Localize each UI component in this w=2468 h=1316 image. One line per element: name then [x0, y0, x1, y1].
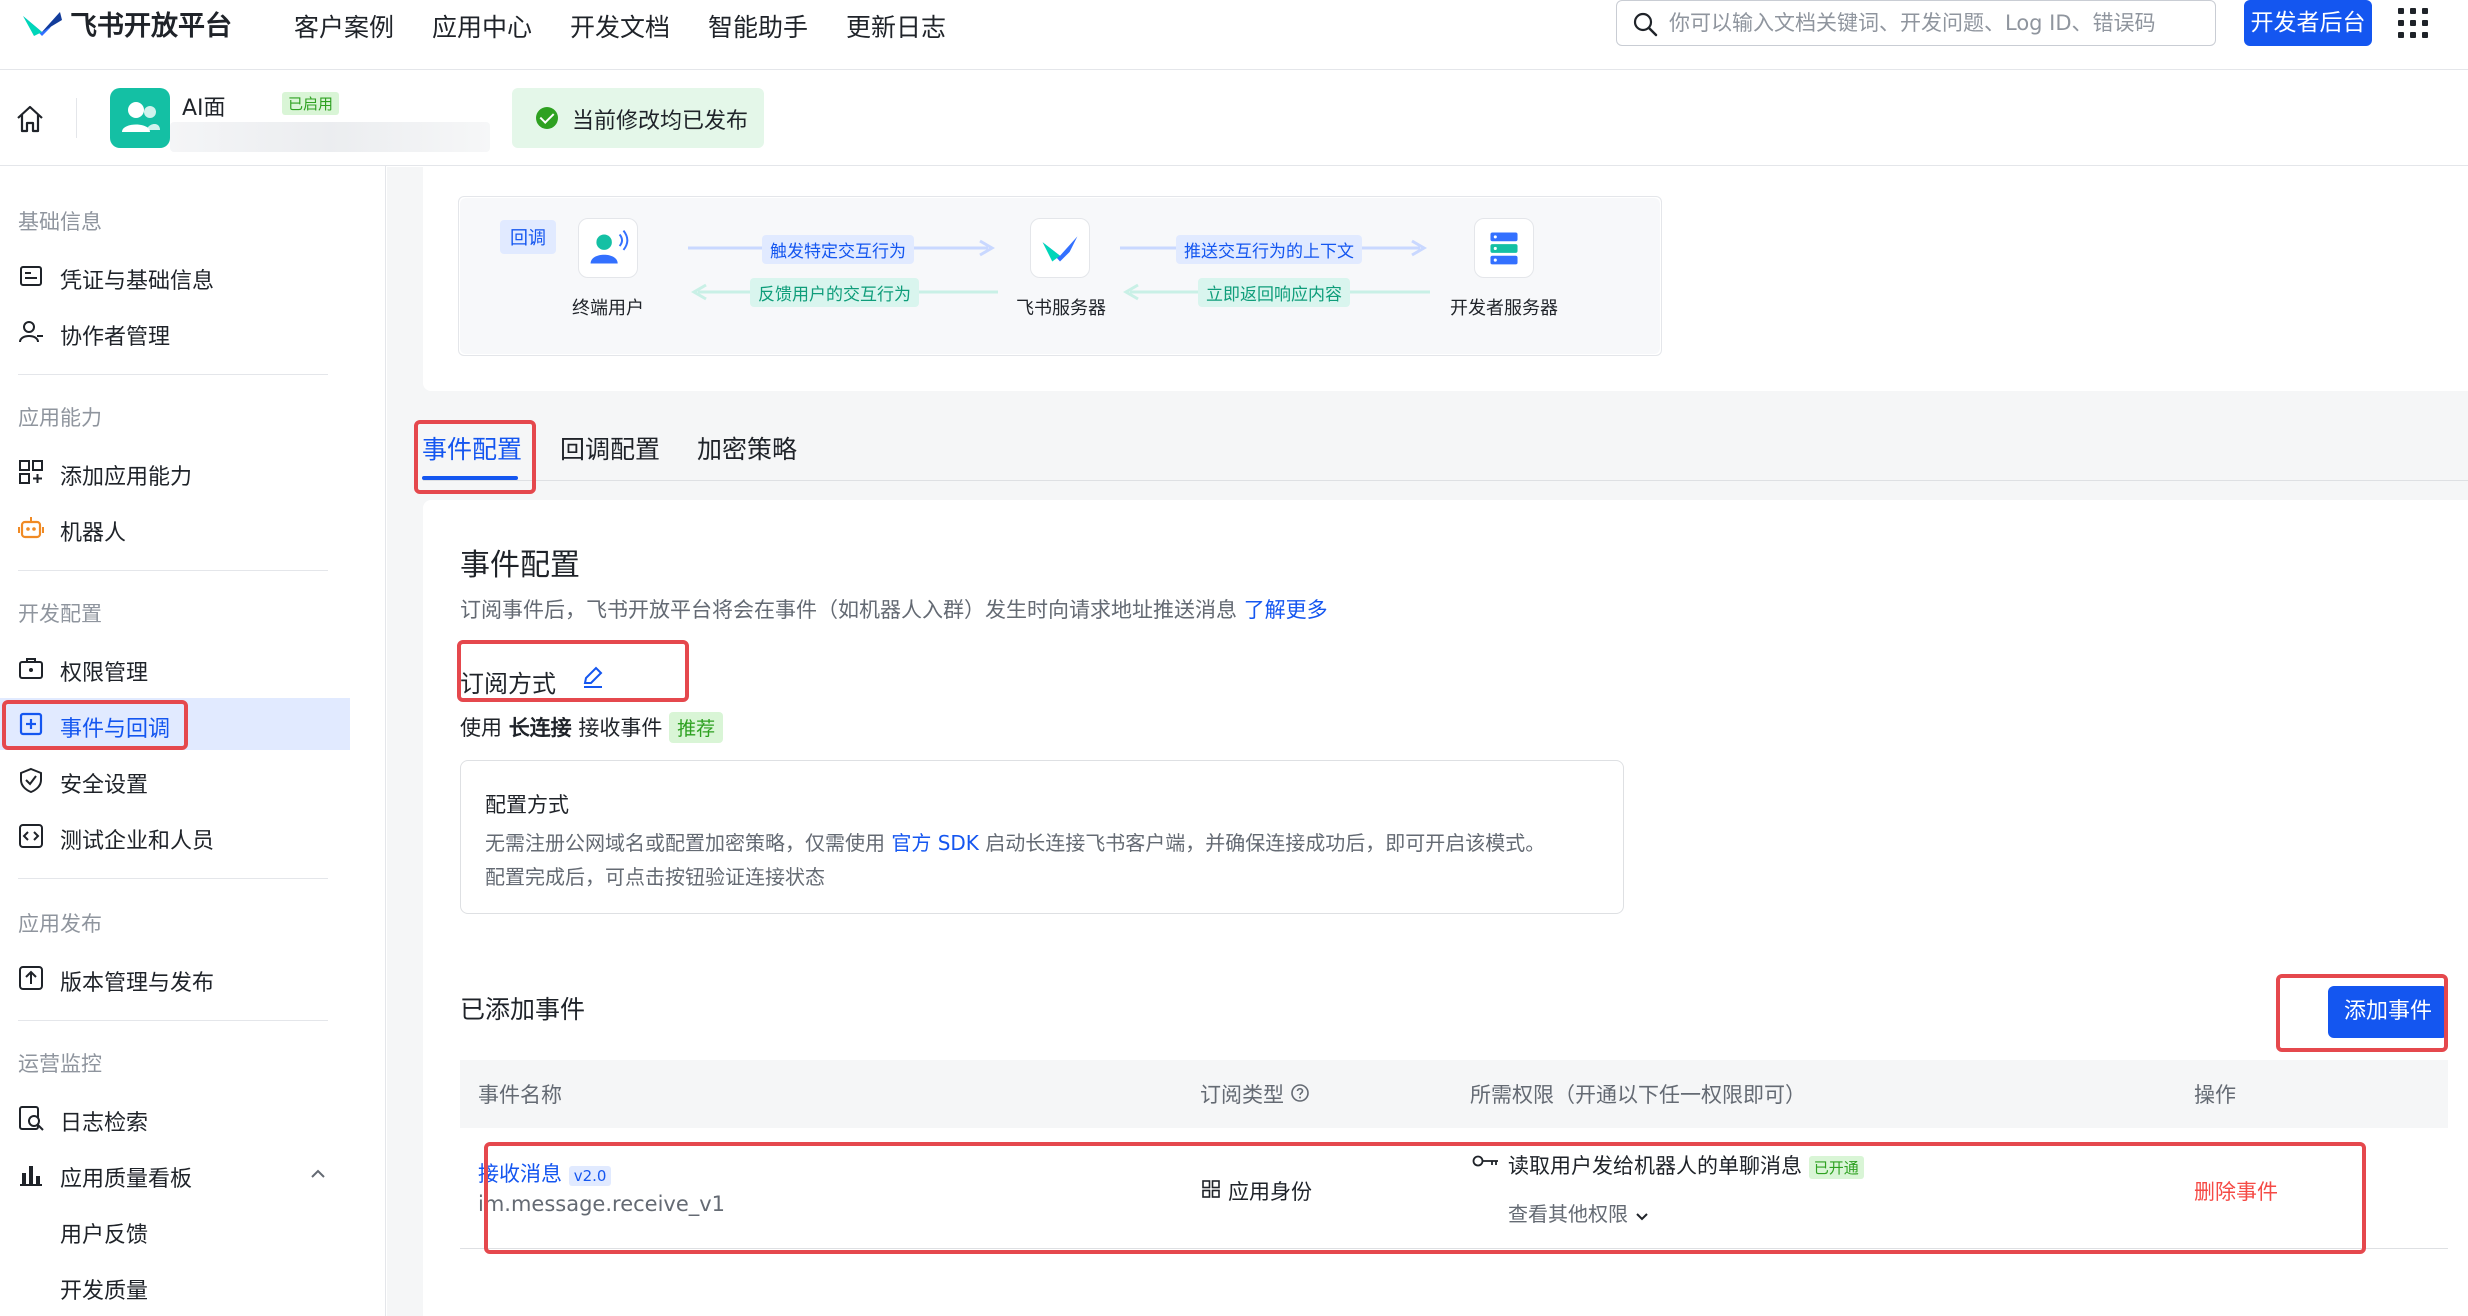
highlight-box-tab: [414, 420, 536, 494]
sidebar-item-versions[interactable]: 版本管理与发布: [0, 952, 350, 1004]
config-method-desc-line2: 配置完成后，可点击按钮验证连接状态: [485, 865, 825, 889]
sidebar-item-label: 版本管理与发布: [60, 971, 215, 996]
config-desc-b: 启动长连接飞书客户端，并确保连接成功后，即可开启该模式。: [985, 831, 1546, 855]
learn-more-link[interactable]: 了解更多: [1244, 598, 1328, 622]
sidebar-group-release: 应用发布: [18, 912, 102, 936]
id-card-icon: [20, 266, 42, 286]
shield-check-icon: [20, 767, 42, 793]
sidebar-item-label: 安全设置: [60, 773, 149, 798]
search-icon: [1633, 12, 1658, 37]
highlight-box-sidebar: [2, 700, 188, 750]
sidebar-subitem-feedback[interactable]: 用户反馈: [60, 1217, 148, 1249]
code-box-icon: [19, 824, 43, 848]
section-title: 事件配置: [460, 548, 580, 583]
sidebar-divider: [18, 570, 328, 571]
column-header-permissions: 所需权限（开通以下任一权限即可）: [1470, 1083, 1806, 1107]
tab-callback-config[interactable]: 回调配置: [560, 430, 660, 466]
events-table-header: [460, 1060, 2448, 1128]
highlight-box-subscribe: [457, 640, 689, 702]
sidebar-item-permissions[interactable]: 权限管理: [0, 642, 350, 694]
chevron-up-icon[interactable]: [308, 1164, 328, 1184]
sidebar-group-capability: 应用能力: [18, 406, 102, 430]
log-search-icon: [19, 1106, 44, 1131]
config-method-desc-line1: 无需注册公网域名或配置加密策略，仅需使用 官方 SDK 启动长连接飞书客户端，并…: [485, 827, 1545, 856]
sidebar-item-credentials[interactable]: 凭证与基础信息: [0, 250, 350, 302]
app-description-redacted: [170, 122, 490, 152]
column-header-actions: 操作: [2194, 1083, 2236, 1107]
app-name: AI面: [182, 96, 226, 121]
tabs-baseline: [423, 480, 2468, 481]
use-prefix: 使用: [460, 716, 502, 740]
nav-link-cases[interactable]: 客户案例: [294, 8, 394, 44]
tab-encryption[interactable]: 加密策略: [697, 430, 797, 466]
use-mode-line: 使用 长连接 接收事件 推荐: [460, 712, 724, 743]
sidebar-divider: [18, 878, 328, 879]
dev-console-button[interactable]: 开发者后台: [2244, 0, 2372, 46]
nav-link-docs[interactable]: 开发文档: [570, 8, 670, 44]
sidebar-item-test-tenants[interactable]: 测试企业和人员: [0, 810, 350, 862]
nav-link-assistant[interactable]: 智能助手: [708, 8, 808, 44]
check-circle-icon: [536, 107, 558, 129]
user-add-icon: [19, 321, 43, 343]
sidebar-item-logs[interactable]: 日志检索: [0, 1092, 350, 1144]
recommend-badge: 推荐: [669, 712, 724, 743]
grid-plus-icon: [19, 460, 43, 484]
briefcase-lock-icon: [19, 658, 43, 679]
search-input[interactable]: [1669, 7, 2199, 39]
sidebar-item-collaborators[interactable]: 协作者管理: [0, 306, 350, 358]
publish-status-banner: 当前修改均已发布: [512, 88, 764, 148]
config-method-title: 配置方式: [485, 793, 569, 817]
sidebar-group-basic: 基础信息: [18, 210, 102, 234]
use-mode: 长连接: [508, 716, 572, 740]
sidebar-subitem-dev-quality[interactable]: 开发质量: [60, 1273, 148, 1305]
feishu-logo-icon[interactable]: [20, 6, 64, 40]
sidebar-item-label: 添加应用能力: [60, 465, 193, 490]
sidebar-item-add-capability[interactable]: 添加应用能力: [0, 446, 350, 498]
sidebar-item-label: 凭证与基础信息: [60, 269, 215, 294]
sidebar-item-label: 权限管理: [60, 661, 149, 686]
search-box: [1616, 0, 2216, 46]
help-circle-icon[interactable]: [1290, 1083, 1310, 1103]
sidebar-divider: [18, 1020, 328, 1021]
sidebar-group-monitor: 运营监控: [18, 1052, 102, 1076]
sidebar-item-label: 协作者管理: [60, 325, 171, 350]
sidebar-item-label: 测试企业和人员: [60, 829, 215, 854]
sidebar-divider: [18, 374, 328, 375]
brand-name[interactable]: 飞书开放平台: [70, 4, 232, 43]
upload-box-icon: [19, 966, 43, 990]
bar-chart-icon: [20, 1166, 42, 1186]
sidebar-group-dev: 开发配置: [18, 602, 102, 626]
nav-link-app-center[interactable]: 应用中心: [432, 8, 532, 44]
sidebar-item-bot[interactable]: 机器人: [0, 502, 350, 554]
use-suffix: 接收事件: [578, 716, 663, 740]
official-sdk-link[interactable]: 官方 SDK: [891, 831, 979, 855]
column-header-event-name: 事件名称: [478, 1083, 562, 1107]
sidebar-item-label: 应用质量看板: [60, 1167, 193, 1192]
nav-link-changelog[interactable]: 更新日志: [846, 8, 946, 44]
app-header: AI面 已启用 当前修改均已发布: [0, 70, 2468, 166]
sidebar-item-quality[interactable]: 应用质量看板: [0, 1148, 350, 1200]
publish-status-text: 当前修改均已发布: [572, 109, 749, 134]
divider: [76, 98, 77, 138]
top-navbar: 飞书开放平台 客户案例 应用中心 开发文档 智能助手 更新日志 开发者后台: [0, 0, 2468, 70]
sidebar-item-security[interactable]: 安全设置: [0, 754, 350, 806]
users-icon: [122, 102, 160, 132]
sidebar-item-label: 日志检索: [60, 1111, 149, 1136]
sidebar-item-label: 机器人: [60, 521, 127, 546]
app-avatar[interactable]: [110, 88, 170, 148]
robot-icon: [18, 517, 44, 539]
added-events-title: 已添加事件: [460, 995, 586, 1024]
column-header-sub-type: 订阅类型: [1200, 1083, 1284, 1107]
apps-grid-icon[interactable]: [2398, 8, 2428, 38]
home-icon[interactable]: [14, 104, 46, 134]
config-method-box: 配置方式 无需注册公网域名或配置加密策略，仅需使用 官方 SDK 启动长连接飞书…: [460, 760, 1624, 914]
section-description: 订阅事件后，飞书开放平台将会在事件（如机器人入群）发生时向请求地址推送消息 了解…: [460, 594, 1328, 624]
highlight-box-add-event: [2276, 974, 2448, 1052]
flow-frame: [458, 196, 1662, 356]
app-status-badge: 已启用: [282, 92, 340, 115]
highlight-box-event-row: [484, 1142, 2366, 1254]
config-desc-a: 无需注册公网域名或配置加密策略，仅需使用: [485, 831, 885, 855]
section-description-text: 订阅事件后，飞书开放平台将会在事件（如机器人入群）发生时向请求地址推送消息: [460, 598, 1237, 622]
